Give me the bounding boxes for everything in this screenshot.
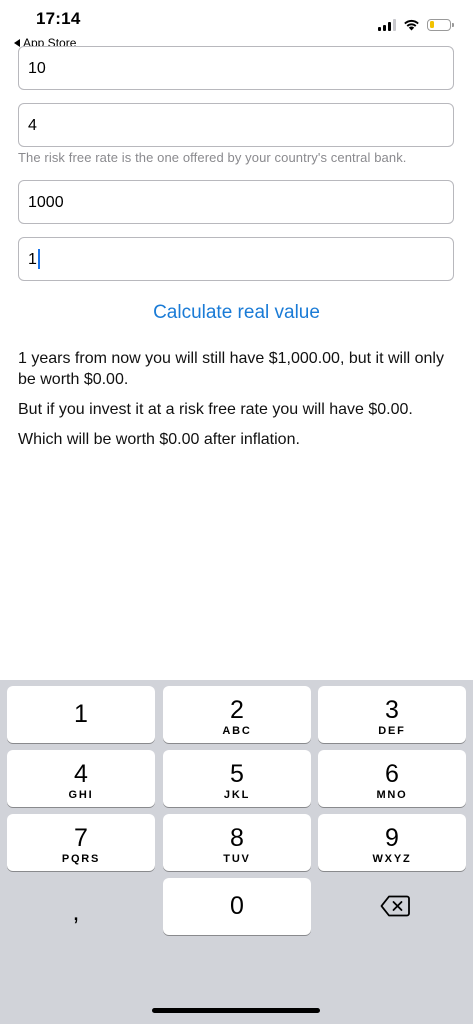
key-7[interactable]: 7 PQRS: [7, 814, 155, 871]
key-digit: 2: [230, 696, 244, 724]
backspace-icon[interactable]: [380, 895, 410, 917]
key-digit: 8: [230, 824, 244, 852]
key-letters: ABC: [222, 725, 252, 737]
text-cursor: [37, 248, 40, 269]
input-field-1[interactable]: 10: [18, 46, 454, 90]
input-field-3[interactable]: 1000: [18, 180, 454, 224]
calculate-real-value-button[interactable]: Calculate real value: [0, 302, 473, 324]
input-field-2[interactable]: 4: [18, 103, 454, 147]
battery-level: [429, 21, 434, 28]
key-0[interactable]: 0: [163, 878, 311, 935]
battery-icon: [427, 18, 454, 31]
key-letters: PQRS: [61, 853, 101, 865]
result-line-3: Which will be worth $0.00 after inflatio…: [18, 431, 300, 448]
key-digit: 1: [74, 700, 88, 728]
back-arrow-icon: [14, 39, 20, 47]
key-9[interactable]: 9 WXYZ: [318, 814, 466, 871]
result-line-2: But if you invest it at a risk free rate…: [18, 401, 413, 418]
key-digit: 6: [385, 760, 399, 788]
key-digit: 5: [230, 760, 244, 788]
key-digit: 7: [74, 824, 88, 852]
key-2[interactable]: 2 ABC: [163, 686, 311, 743]
input-field-4[interactable]: 1: [18, 237, 454, 281]
key-digit: 4: [74, 760, 88, 788]
risk-free-rate-hint: The risk free rate is the one offered by…: [18, 150, 407, 165]
key-6[interactable]: 6 MNO: [318, 750, 466, 807]
key-letters: JKL: [223, 789, 251, 801]
key-digit: 3: [385, 696, 399, 724]
key-letters: MNO: [376, 789, 408, 801]
key-3[interactable]: 3 DEF: [318, 686, 466, 743]
key-letters: TUV: [223, 853, 251, 865]
key-1[interactable]: 1: [7, 686, 155, 743]
key-digit: 0: [230, 892, 244, 920]
clock: 17:14: [36, 9, 81, 28]
numeric-keyboard: 1 2 ABC 3 DEF 4 GHI 5 JKL 6 MNO 7 PQRS 8…: [0, 680, 473, 1024]
key-letters: WXYZ: [372, 853, 412, 865]
key-comma[interactable]: ,: [36, 898, 116, 938]
key-4[interactable]: 4 GHI: [7, 750, 155, 807]
status-bar: 17:14 App Store: [0, 0, 473, 50]
field4-text: 1: [28, 251, 37, 268]
status-icons: [378, 18, 454, 31]
result-line-1: 1 years from now you will still have $1,…: [18, 350, 444, 388]
home-indicator[interactable]: [152, 1008, 320, 1013]
wifi-icon: [404, 19, 419, 31]
key-digit: 9: [385, 824, 399, 852]
cellular-signal-icon: [378, 18, 396, 31]
key-letters: DEF: [378, 725, 406, 737]
key-5[interactable]: 5 JKL: [163, 750, 311, 807]
key-8[interactable]: 8 TUV: [163, 814, 311, 871]
key-letters: GHI: [68, 789, 94, 801]
